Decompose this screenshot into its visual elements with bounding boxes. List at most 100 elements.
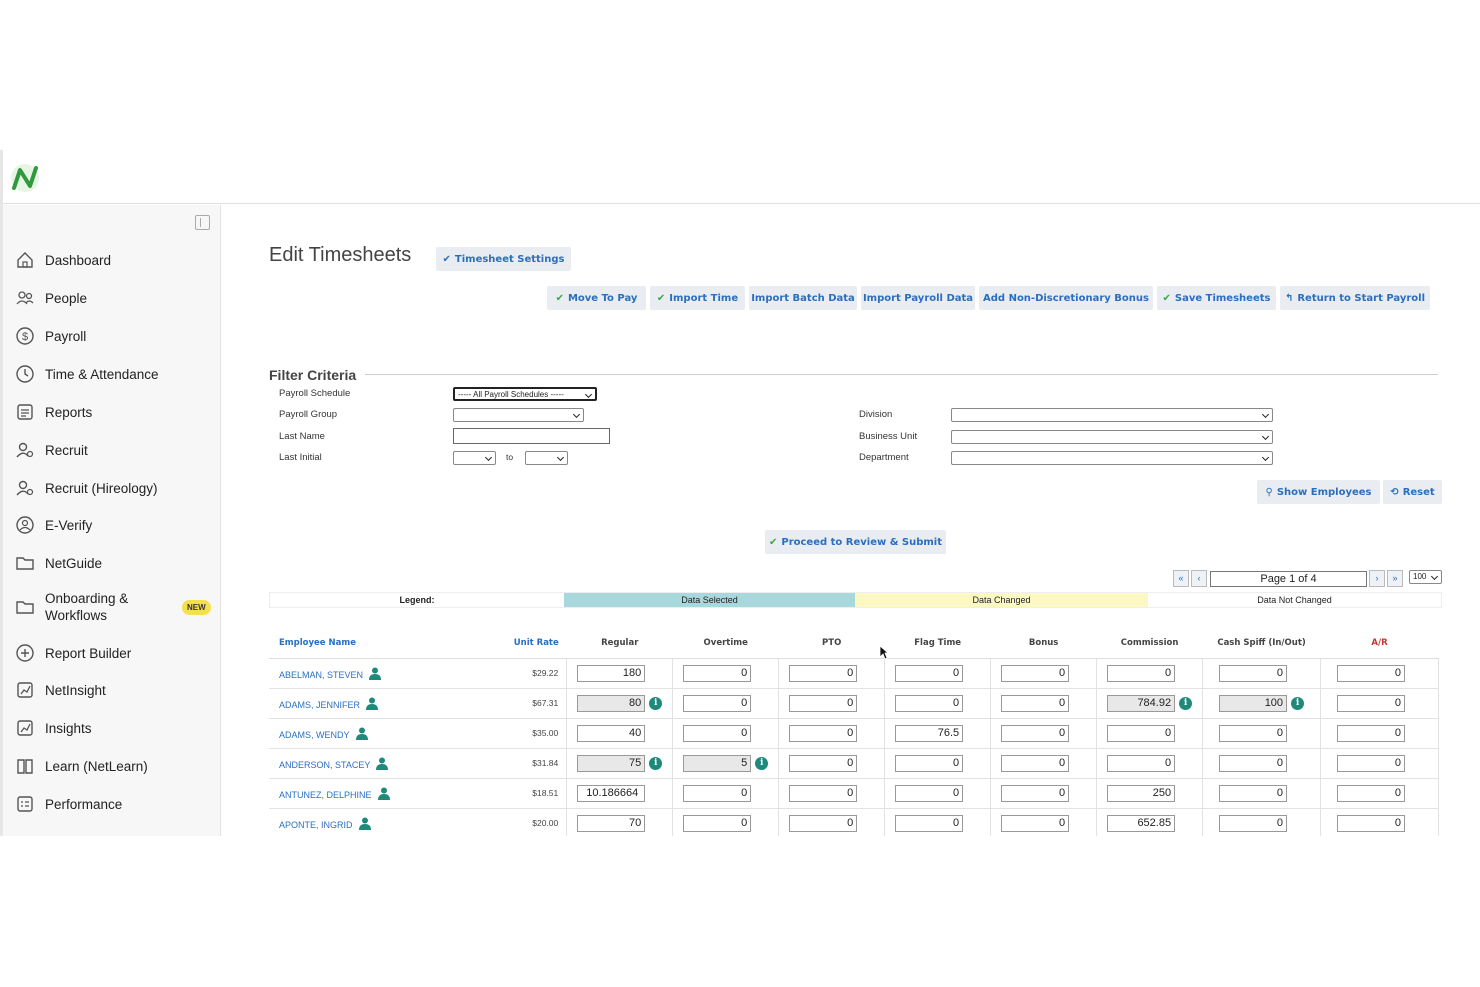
- hours-input[interactable]: 0: [1219, 754, 1288, 772]
- collapse-sidebar-icon[interactable]: [195, 215, 210, 230]
- hours-input[interactable]: 70: [577, 814, 646, 832]
- last-initial-from-select[interactable]: [453, 451, 496, 465]
- hours-input[interactable]: 0: [1001, 814, 1070, 832]
- hours-input[interactable]: 0: [1337, 664, 1405, 682]
- sidebar-item-e-verify[interactable]: E-Verify: [15, 515, 215, 535]
- column-header-employee-name[interactable]: Employee Name: [269, 629, 479, 659]
- hours-input[interactable]: 0: [895, 664, 964, 682]
- last-page-button[interactable]: »: [1387, 570, 1403, 587]
- last-name-input[interactable]: [453, 428, 610, 444]
- sidebar-item-netguide[interactable]: NetGuide: [15, 553, 215, 573]
- hours-input[interactable]: 100: [1219, 694, 1288, 712]
- import-payroll-data-button[interactable]: Import Payroll Data: [861, 286, 975, 310]
- employee-profile-icon[interactable]: [355, 727, 368, 740]
- netchex-logo-icon[interactable]: [9, 162, 41, 194]
- hours-input[interactable]: 0: [683, 724, 752, 742]
- info-icon[interactable]: i: [649, 696, 663, 710]
- payroll-group-select[interactable]: [453, 408, 584, 422]
- hours-input[interactable]: 0: [1219, 814, 1288, 832]
- hours-input[interactable]: 652.85: [1107, 814, 1176, 832]
- prev-page-button[interactable]: ‹: [1191, 570, 1207, 587]
- hours-input[interactable]: 0: [1001, 784, 1070, 802]
- hours-input[interactable]: 0: [1107, 664, 1176, 682]
- hours-input[interactable]: 0: [1001, 754, 1070, 772]
- hours-input[interactable]: 0: [789, 814, 858, 832]
- employee-name-link[interactable]: ANDERSON, STACEY: [279, 760, 370, 770]
- hours-input[interactable]: 0: [683, 664, 752, 682]
- add-non-discretionary-bonus-button[interactable]: Add Non-Discretionary Bonus: [979, 286, 1153, 310]
- per-page-select[interactable]: 100: [1409, 570, 1442, 584]
- sidebar-item-dashboard[interactable]: Dashboard: [15, 250, 215, 270]
- hours-input[interactable]: 40: [577, 724, 646, 742]
- hours-input[interactable]: 0: [1107, 754, 1176, 772]
- hours-input[interactable]: 0: [1337, 814, 1405, 832]
- info-icon[interactable]: i: [755, 756, 769, 770]
- hours-input[interactable]: 76.5: [895, 724, 964, 742]
- hours-input[interactable]: 0: [895, 754, 964, 772]
- sidebar-item-performance[interactable]: Performance: [15, 794, 215, 814]
- sidebar-item-onboarding-workflows[interactable]: Onboarding & Workflows NEW: [15, 590, 215, 624]
- first-page-button[interactable]: «: [1173, 570, 1189, 587]
- employee-name-link[interactable]: ADAMS, WENDY: [279, 730, 350, 740]
- reset-button[interactable]: ⟲ Reset: [1383, 480, 1442, 504]
- sidebar-item-payroll[interactable]: $ Payroll: [15, 326, 215, 346]
- info-icon[interactable]: i: [1291, 696, 1305, 710]
- sidebar-item-recruit-hireology[interactable]: Recruit (Hireology): [15, 478, 215, 498]
- hours-input[interactable]: 0: [895, 694, 964, 712]
- hours-input[interactable]: 0: [1219, 664, 1288, 682]
- hours-input[interactable]: 0: [1219, 784, 1288, 802]
- hours-input[interactable]: 250: [1107, 784, 1176, 802]
- business-unit-select[interactable]: [951, 430, 1273, 444]
- hours-input[interactable]: 0: [789, 664, 858, 682]
- sidebar-item-time-attendance[interactable]: Time & Attendance: [15, 364, 215, 384]
- payroll-schedule-select[interactable]: ----- All Payroll Schedules -----: [453, 387, 597, 401]
- division-select[interactable]: [951, 408, 1273, 422]
- move-to-pay-button[interactable]: ✔ Move To Pay: [547, 286, 646, 310]
- employee-profile-icon[interactable]: [376, 757, 389, 770]
- show-employees-button[interactable]: ⚲ Show Employees: [1257, 480, 1380, 504]
- employee-profile-icon[interactable]: [369, 667, 382, 680]
- hours-input[interactable]: 784.92: [1107, 694, 1176, 712]
- sidebar-item-people[interactable]: People: [15, 288, 215, 308]
- sidebar-item-report-builder[interactable]: Report Builder: [15, 643, 215, 663]
- save-timesheets-button[interactable]: ✔ Save Timesheets: [1157, 286, 1276, 310]
- last-initial-to-select[interactable]: [525, 451, 568, 465]
- hours-input[interactable]: 0: [895, 814, 964, 832]
- hours-input[interactable]: 180: [577, 664, 646, 682]
- employee-name-link[interactable]: ANTUNEZ, DELPHINE: [279, 790, 372, 800]
- hours-input[interactable]: 0: [789, 754, 858, 772]
- hours-input[interactable]: 75: [577, 754, 646, 772]
- sidebar-item-insights[interactable]: Insights: [15, 718, 215, 738]
- hours-input[interactable]: 80: [577, 694, 646, 712]
- sidebar-item-learn-netlearn[interactable]: Learn (NetLearn): [15, 756, 215, 776]
- hours-input[interactable]: 0: [683, 784, 752, 802]
- hours-input[interactable]: 0: [1107, 724, 1176, 742]
- hours-input[interactable]: 0: [895, 784, 964, 802]
- page-indicator[interactable]: Page 1 of 4: [1210, 571, 1367, 587]
- next-page-button[interactable]: ›: [1369, 570, 1385, 587]
- employee-profile-icon[interactable]: [358, 817, 371, 830]
- hours-input[interactable]: 0: [1001, 724, 1070, 742]
- hours-input[interactable]: 0: [1337, 694, 1405, 712]
- column-header-unit-rate[interactable]: Unit Rate: [478, 629, 567, 659]
- return-to-start-payroll-button[interactable]: ↰ Return to Start Payroll: [1280, 286, 1430, 310]
- hours-input[interactable]: 0: [1001, 664, 1070, 682]
- proceed-to-review-submit-button[interactable]: ✔ Proceed to Review & Submit: [765, 530, 946, 554]
- employee-name-link[interactable]: ABELMAN, STEVEN: [279, 670, 363, 680]
- hours-input[interactable]: 0: [1337, 724, 1405, 742]
- department-select[interactable]: [951, 451, 1273, 465]
- sidebar-item-reports[interactable]: Reports: [15, 402, 215, 422]
- hours-input[interactable]: 0: [1337, 754, 1405, 772]
- sidebar-item-recruit[interactable]: Recruit: [15, 440, 215, 460]
- import-time-button[interactable]: ✔ Import Time: [650, 286, 745, 310]
- timesheet-settings-button[interactable]: ✔ Timesheet Settings: [436, 247, 571, 271]
- employee-name-link[interactable]: APONTE, INGRID: [279, 820, 353, 830]
- employee-profile-icon[interactable]: [366, 697, 379, 710]
- hours-input[interactable]: 0: [1219, 724, 1288, 742]
- import-batch-data-button[interactable]: Import Batch Data: [749, 286, 857, 310]
- sidebar-item-netinsight[interactable]: NetInsight: [15, 680, 215, 700]
- info-icon[interactable]: i: [649, 756, 663, 770]
- hours-input[interactable]: 0: [789, 694, 858, 712]
- hours-input[interactable]: 10.186664: [577, 784, 646, 802]
- employee-profile-icon[interactable]: [377, 787, 390, 800]
